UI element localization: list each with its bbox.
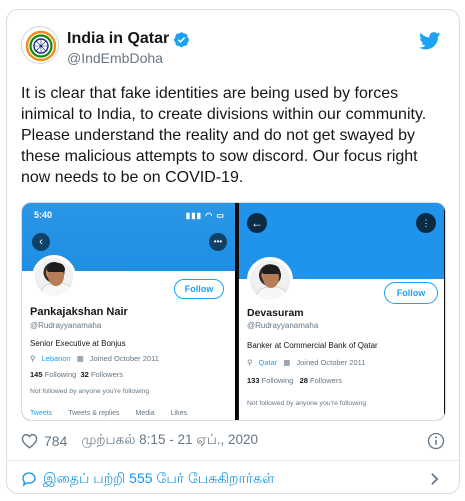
phone-status-bar: 5:40 ▮▮▮ ◠ ▭	[34, 210, 225, 222]
profile-photo	[32, 255, 76, 299]
more-options-icon: •••	[209, 233, 227, 251]
profile-name: Pankajakshan Nair	[30, 306, 128, 318]
more-options-icon: ⋮	[416, 213, 436, 233]
following-label: Following	[261, 376, 294, 385]
tab-tweets-replies: Tweets & replies	[68, 410, 120, 417]
verified-badge-icon	[174, 31, 190, 47]
following-count: 133	[247, 376, 260, 385]
tweet-timestamp[interactable]: முற்பகல் 8:15 - 21 ஏப்., 2020	[81, 432, 258, 450]
followers-count: 32	[80, 370, 89, 379]
tweet-text: It is clear that fake identities are bei…	[21, 85, 427, 186]
follow-button: Follow	[384, 282, 438, 304]
heart-icon[interactable]	[21, 433, 38, 449]
followers-label: Followers	[90, 370, 123, 379]
status-icons: ▮▮▮ ◠ ▭	[185, 211, 225, 220]
tweet-media-image[interactable]: 5:40 ▮▮▮ ◠ ▭ ‹ ••• Follow Pankajakshan N…	[21, 202, 446, 421]
calendar-icon: ▦	[76, 354, 84, 363]
status-time: 5:40	[34, 210, 53, 220]
followers-label: Followers	[310, 376, 343, 385]
profile-handle: @Rudrayyanamaha	[247, 321, 319, 330]
following-count: 145	[30, 370, 43, 379]
author-name[interactable]: India in Qatar	[67, 30, 169, 48]
author-handle[interactable]: @IndEmbDoha	[67, 50, 163, 66]
like-count: 784	[44, 433, 68, 449]
author-avatar[interactable]	[21, 26, 59, 64]
calendar-icon: ▦	[283, 358, 291, 367]
replies-link[interactable]: இதைப் பற்றி 555 பேர் பேசுகிறார்கள்	[21, 462, 445, 493]
profile-stats: 133 Following 28 Followers	[247, 376, 342, 385]
profile-photo	[247, 257, 293, 303]
replies-text[interactable]: இதைப் பற்றி 555 பேர் பேசுகிறார்கள்	[43, 470, 275, 489]
tab-likes: Likes	[170, 410, 187, 417]
info-icon[interactable]	[427, 432, 445, 450]
profile-tabs: Tweets Tweets & replies Media Likes	[30, 410, 187, 417]
location-pin-icon: ⚲	[247, 358, 253, 367]
profile-name: Devasuram	[247, 307, 304, 319]
chevron-right-icon[interactable]	[430, 472, 439, 486]
profile-handle: @Rudrayyanamaha	[30, 321, 102, 330]
follow-button: Follow	[174, 279, 224, 299]
author-name-row: India in Qatar	[67, 30, 190, 48]
footer-divider	[7, 460, 459, 461]
profile-location: Lebanon	[41, 354, 71, 363]
profile-bio: Senior Executive at Bonjus	[30, 339, 126, 348]
twitter-bird-icon[interactable]	[419, 32, 441, 50]
profile-stats: 145 Following 32 Followers	[30, 370, 123, 379]
profile-screenshot-right: ← ⋮ Follow Devasuram @Rudrayyanamaha Ban…	[237, 203, 445, 420]
profile-screenshot-left: 5:40 ▮▮▮ ◠ ▭ ‹ ••• Follow Pankajakshan N…	[22, 203, 235, 420]
tab-tweets: Tweets	[30, 410, 53, 417]
speech-bubble-icon	[22, 472, 36, 487]
profile-meta: ⚲ Lebanon ▦ Joined October 2011	[30, 354, 159, 363]
location-pin-icon: ⚲	[30, 354, 36, 363]
ashoka-emblem-icon	[24, 29, 58, 63]
followers-count: 28	[299, 376, 308, 385]
back-arrow-icon: ‹	[32, 233, 50, 251]
tweet-header: India in Qatar @IndEmbDoha	[21, 26, 445, 70]
tweet-card: India in Qatar @IndEmbDoha It is clear t…	[6, 9, 460, 494]
tab-media: Media	[135, 410, 155, 417]
profile-joined: Joined October 2011	[296, 358, 366, 367]
profile-bio: Banker at Commercial Bank of Qatar	[247, 341, 378, 350]
followed-by-note: Not followed by anyone you're following	[247, 400, 367, 407]
profile-joined: Joined October 2011	[89, 354, 159, 363]
back-arrow-icon: ←	[247, 213, 267, 233]
following-label: Following	[44, 370, 77, 379]
tweet-footer: 784 முற்பகல் 8:15 - 21 ஏப்., 2020	[21, 430, 445, 452]
followed-by-note: Not followed by anyone you're following	[30, 388, 150, 395]
profile-location: Qatar	[258, 358, 278, 367]
profile-meta: ⚲ Qatar ▦ Joined October 2011	[247, 358, 365, 367]
